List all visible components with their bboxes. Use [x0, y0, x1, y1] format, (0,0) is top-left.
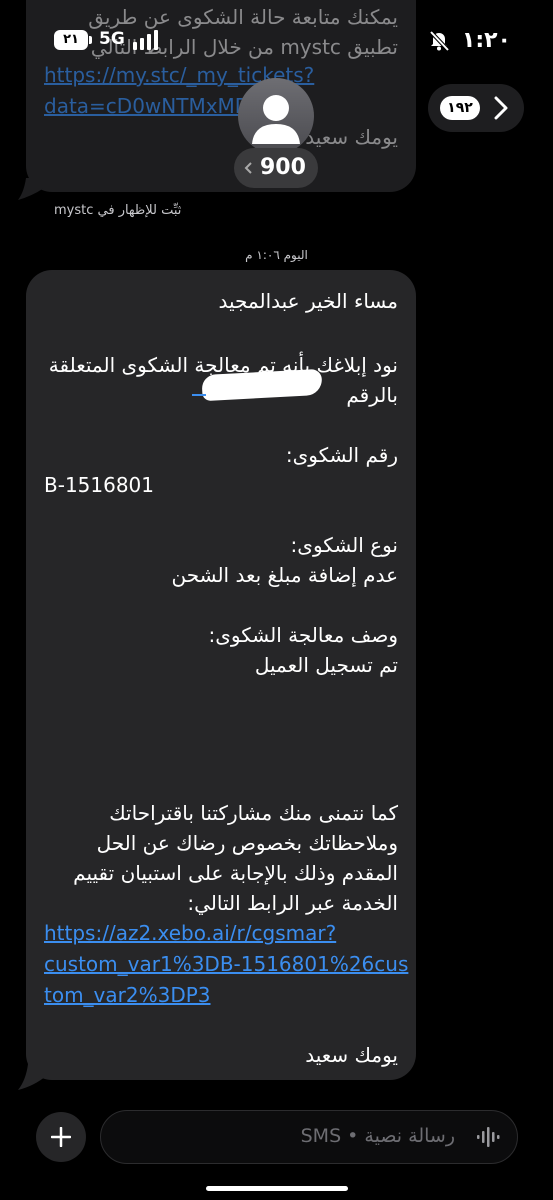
contact-name: 900 — [260, 155, 306, 180]
complaint-type-label: نوع الشكوى: — [290, 533, 398, 557]
pin-to-mystc-note[interactable]: ثبِّت للإظهار في mystc — [54, 203, 181, 218]
message-bubble[interactable]: مساء الخير عبدالمجيد نود إبلاغك بأنه تم … — [26, 270, 416, 1080]
chevron-right-icon — [494, 96, 508, 120]
message-timestamp: اليوم ١:٠٦ م — [245, 248, 308, 262]
battery-level: ٢١ — [63, 32, 79, 47]
battery-indicator: ٢١ — [54, 30, 88, 50]
mute-bell-icon — [429, 30, 450, 52]
previous-message-closing: يومك سعيد — [305, 125, 398, 149]
network-type: 5G — [99, 29, 125, 49]
signal-bars-icon — [133, 30, 158, 50]
survey-text: كما نتمنى منك مشاركتنا باقتراحاتك وملاحظ… — [73, 801, 398, 915]
redacted-link-fragment — [192, 394, 206, 396]
complaint-number: B-1516801 — [44, 473, 155, 497]
resolution-label: وصف معالجة الشكوى: — [208, 623, 398, 647]
status-bar: ١:٢٠ ٢١ 5G — [0, 0, 553, 80]
complaint-type: عدم إضافة مبلغ بعد الشحن — [171, 563, 398, 587]
complaint-number-label: رقم الشكوى: — [285, 443, 398, 467]
status-time: ١:٢٠ — [461, 28, 511, 53]
back-button[interactable]: ١٩٢ — [428, 84, 524, 132]
closing-text: يومك سعيد — [305, 1043, 398, 1067]
person-icon — [252, 95, 300, 144]
contact-name-pill[interactable]: 900 — [234, 148, 318, 188]
chevron-small-icon — [244, 162, 252, 174]
message-input[interactable]: رسالة نصية • SMS — [100, 1110, 518, 1164]
unread-count-badge: ١٩٢ — [440, 96, 480, 120]
contact-avatar[interactable] — [238, 78, 314, 154]
resolution-text: تم تسجيل العميل — [254, 653, 398, 677]
home-indicator — [206, 1186, 348, 1191]
previous-bubble-tail — [18, 178, 44, 200]
plus-icon — [51, 1127, 71, 1147]
unread-count: ١٩٢ — [447, 100, 473, 116]
message-input-placeholder: رسالة نصية • SMS — [300, 1125, 455, 1147]
message-bubble-tail — [18, 1064, 46, 1090]
voice-waveform-icon[interactable] — [477, 1127, 501, 1147]
battery-cap — [89, 36, 92, 44]
add-attachment-button[interactable] — [36, 1112, 86, 1162]
survey-link[interactable]: https://az2.xebo.ai/r/cgsmar? custom_var… — [44, 918, 408, 1011]
greeting-text: مساء الخير عبدالمجيد — [218, 289, 398, 313]
